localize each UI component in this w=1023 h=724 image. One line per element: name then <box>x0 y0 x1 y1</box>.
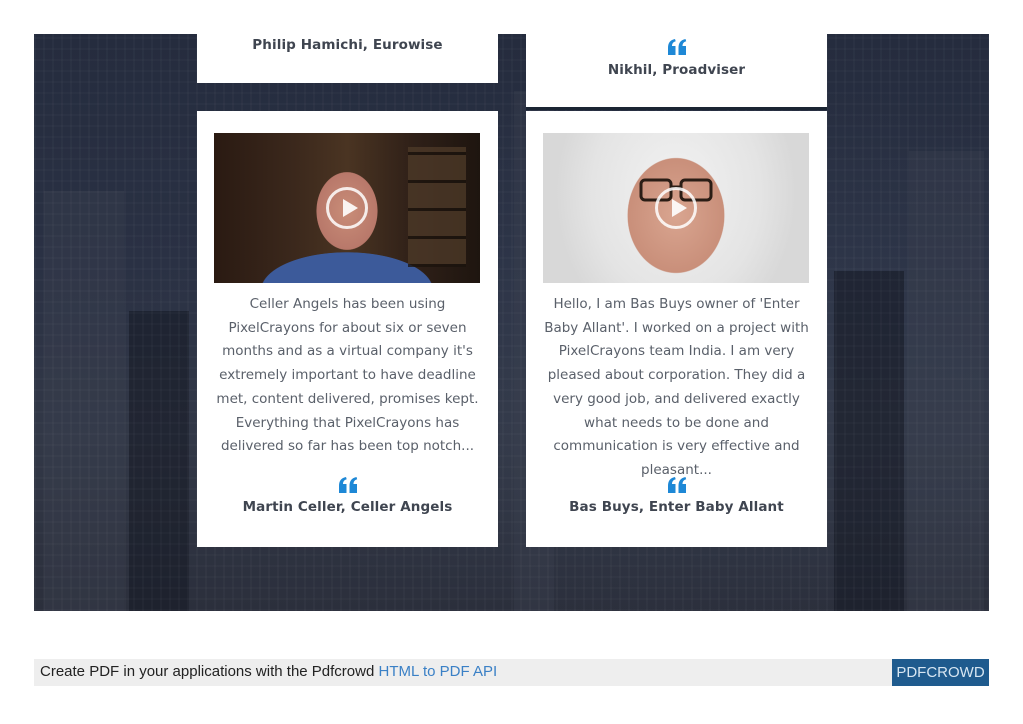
testimonials-section <box>34 34 989 611</box>
quote-icon <box>667 477 686 493</box>
testimonial-text: Celler Angels has been using PixelCrayon… <box>216 296 479 455</box>
testimonial-author: Martin Celler, Celler Angels <box>242 499 453 515</box>
testimonial-card: Hello, I am Bas Buys owner of 'Enter Bab… <box>526 111 827 547</box>
pdfcrowd-banner: Create PDF in your applications with the… <box>34 659 989 686</box>
quote-icon <box>338 477 357 493</box>
testimonial-card: Celler Angels has been using PixelCrayon… <box>197 111 498 547</box>
html-to-pdf-link[interactable]: HTML to PDF API <box>379 663 498 680</box>
quote-icon <box>667 39 686 55</box>
pdfcrowd-button[interactable]: PDFCROWD <box>892 659 989 686</box>
play-icon[interactable] <box>655 187 697 229</box>
testimonial-text: Hello, I am Bas Buys owner of 'Enter Bab… <box>544 296 809 478</box>
testimonial-author: Nikhil, Proadviser <box>607 62 746 78</box>
testimonial-author: Philip Hamichi, Eurowise <box>252 37 443 53</box>
testimonial-card: Philip Hamichi, Eurowise <box>197 34 498 83</box>
testimonial-card: Nikhil, Proadviser <box>526 34 827 110</box>
testimonial-author: Bas Buys, Enter Baby Allant <box>569 499 784 515</box>
play-icon[interactable] <box>326 187 368 229</box>
banner-text-wrap: Create PDF in your applications with the… <box>40 663 497 680</box>
video-thumbnail[interactable] <box>214 133 480 283</box>
video-thumbnail[interactable] <box>543 133 809 283</box>
banner-text: Create PDF in your applications with the… <box>40 663 379 680</box>
